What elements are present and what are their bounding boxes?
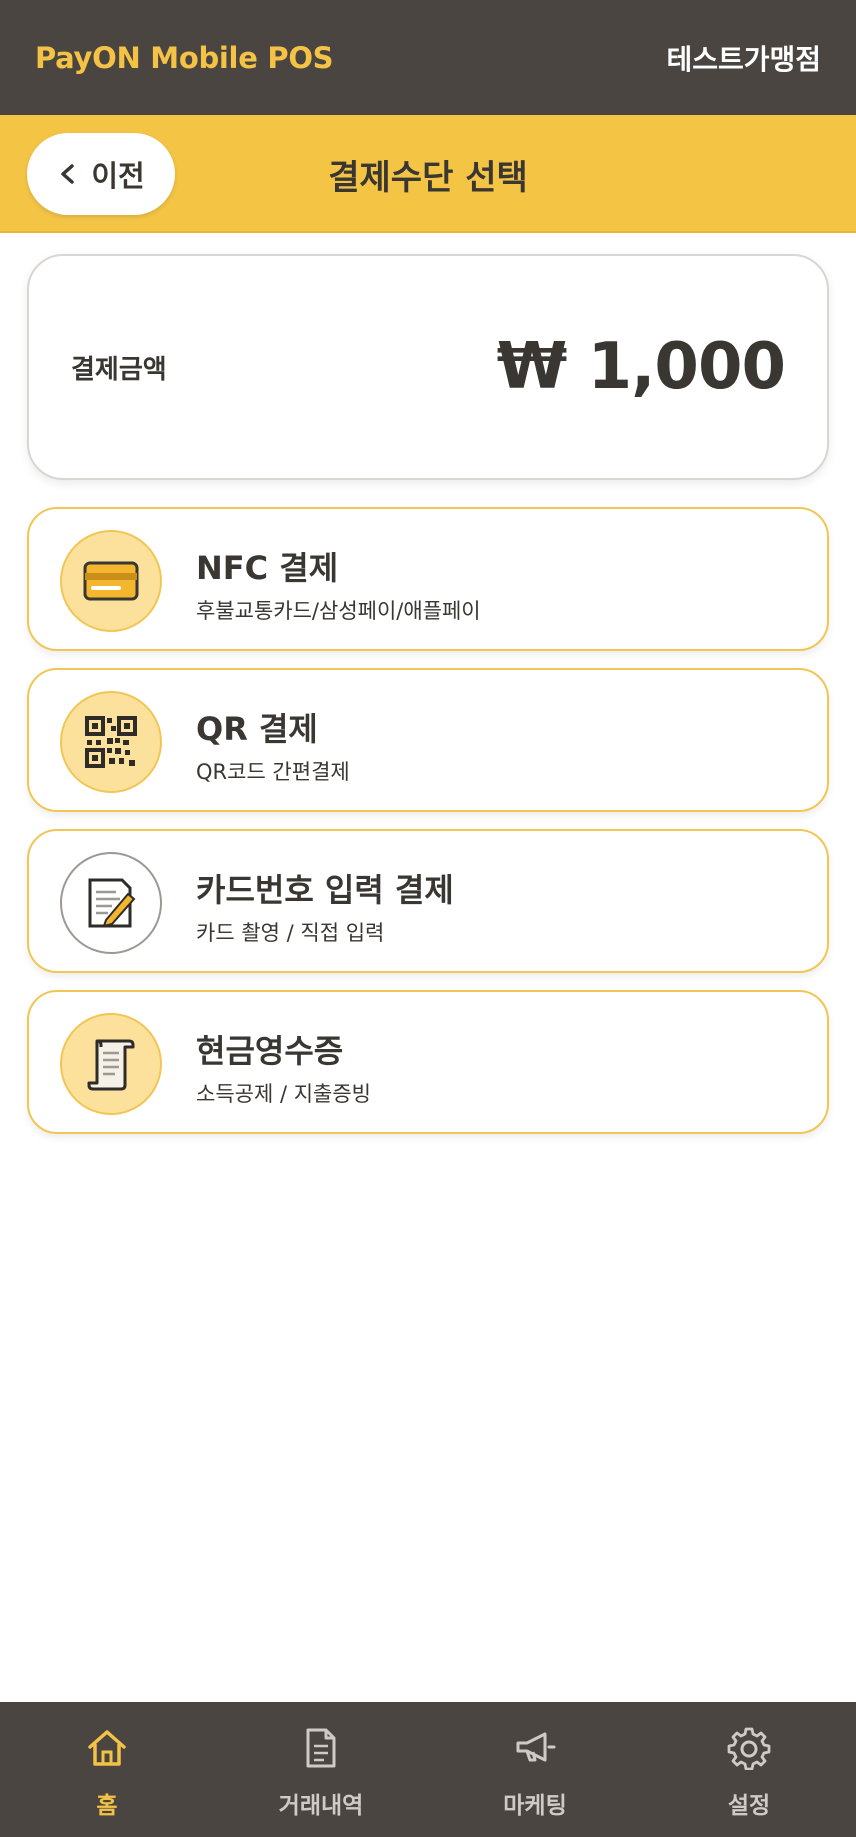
document-icon [306, 1728, 336, 1768]
store-name: 테스트가맹점 [666, 42, 821, 76]
chevron-left-icon [61, 164, 75, 184]
method-description: QR코드 간편결제 [196, 760, 350, 784]
top-bar: PayON Mobile POS 테스트가맹점 [0, 0, 856, 115]
back-button-label: 이전 [91, 159, 145, 193]
method-description: 후불교통카드/삼성페이/애플페이 [196, 599, 481, 623]
amount-card: 결제금액 ₩ 1,000 [27, 254, 829, 480]
method-nfc-button[interactable]: NFC 결제 후불교통카드/삼성페이/애플페이 [27, 507, 829, 651]
gear-icon [727, 1727, 771, 1770]
method-nfc-icon-circle [60, 530, 162, 632]
method-title: 카드번호 입력 결제 [196, 871, 454, 909]
method-description: 카드 촬영 / 직접 입력 [196, 921, 385, 945]
home-icon [88, 1730, 126, 1766]
sub-header: 결제수단 선택 이전 [0, 115, 856, 233]
back-button[interactable]: 이전 [27, 133, 175, 215]
tab-home[interactable]: 홈 [0, 1702, 214, 1837]
method-qr-icon-circle [60, 691, 162, 793]
tab-label: 설정 [727, 1793, 771, 1819]
method-cash-receipt-icon-circle [60, 1013, 162, 1115]
credit-card-icon [83, 561, 139, 601]
method-card-number-icon-circle [60, 852, 162, 954]
tab-transactions[interactable]: 거래내역 [214, 1702, 428, 1837]
app-title: PayON Mobile POS [35, 40, 334, 75]
method-cash-receipt-button[interactable]: 현금영수증 소득공제 / 지출증빙 [27, 990, 829, 1134]
amount-value: ₩ 1,000 [496, 330, 786, 404]
method-title: NFC 결제 [196, 549, 339, 587]
method-title: 현금영수증 [196, 1032, 344, 1070]
method-title: QR 결제 [196, 710, 318, 748]
amount-label: 결제금액 [71, 354, 167, 385]
document-pen-icon [88, 878, 136, 928]
method-qr-button[interactable]: QR 결제 QR코드 간편결제 [27, 668, 829, 812]
tab-settings[interactable]: 설정 [642, 1702, 856, 1837]
tab-label: 마케팅 [503, 1793, 567, 1819]
megaphone-icon [516, 1732, 556, 1762]
method-description: 소득공제 / 지출증빙 [196, 1082, 371, 1106]
tab-marketing[interactable]: 마케팅 [428, 1702, 642, 1837]
qr-code-icon [85, 716, 137, 768]
receipt-icon [87, 1039, 135, 1091]
method-card-number-button[interactable]: 카드번호 입력 결제 카드 촬영 / 직접 입력 [27, 829, 829, 973]
tab-label: 홈 [96, 1793, 118, 1819]
bottom-tab-bar: 홈 거래내역 마케팅 설정 [0, 1702, 856, 1837]
tab-label: 거래내역 [278, 1793, 364, 1819]
